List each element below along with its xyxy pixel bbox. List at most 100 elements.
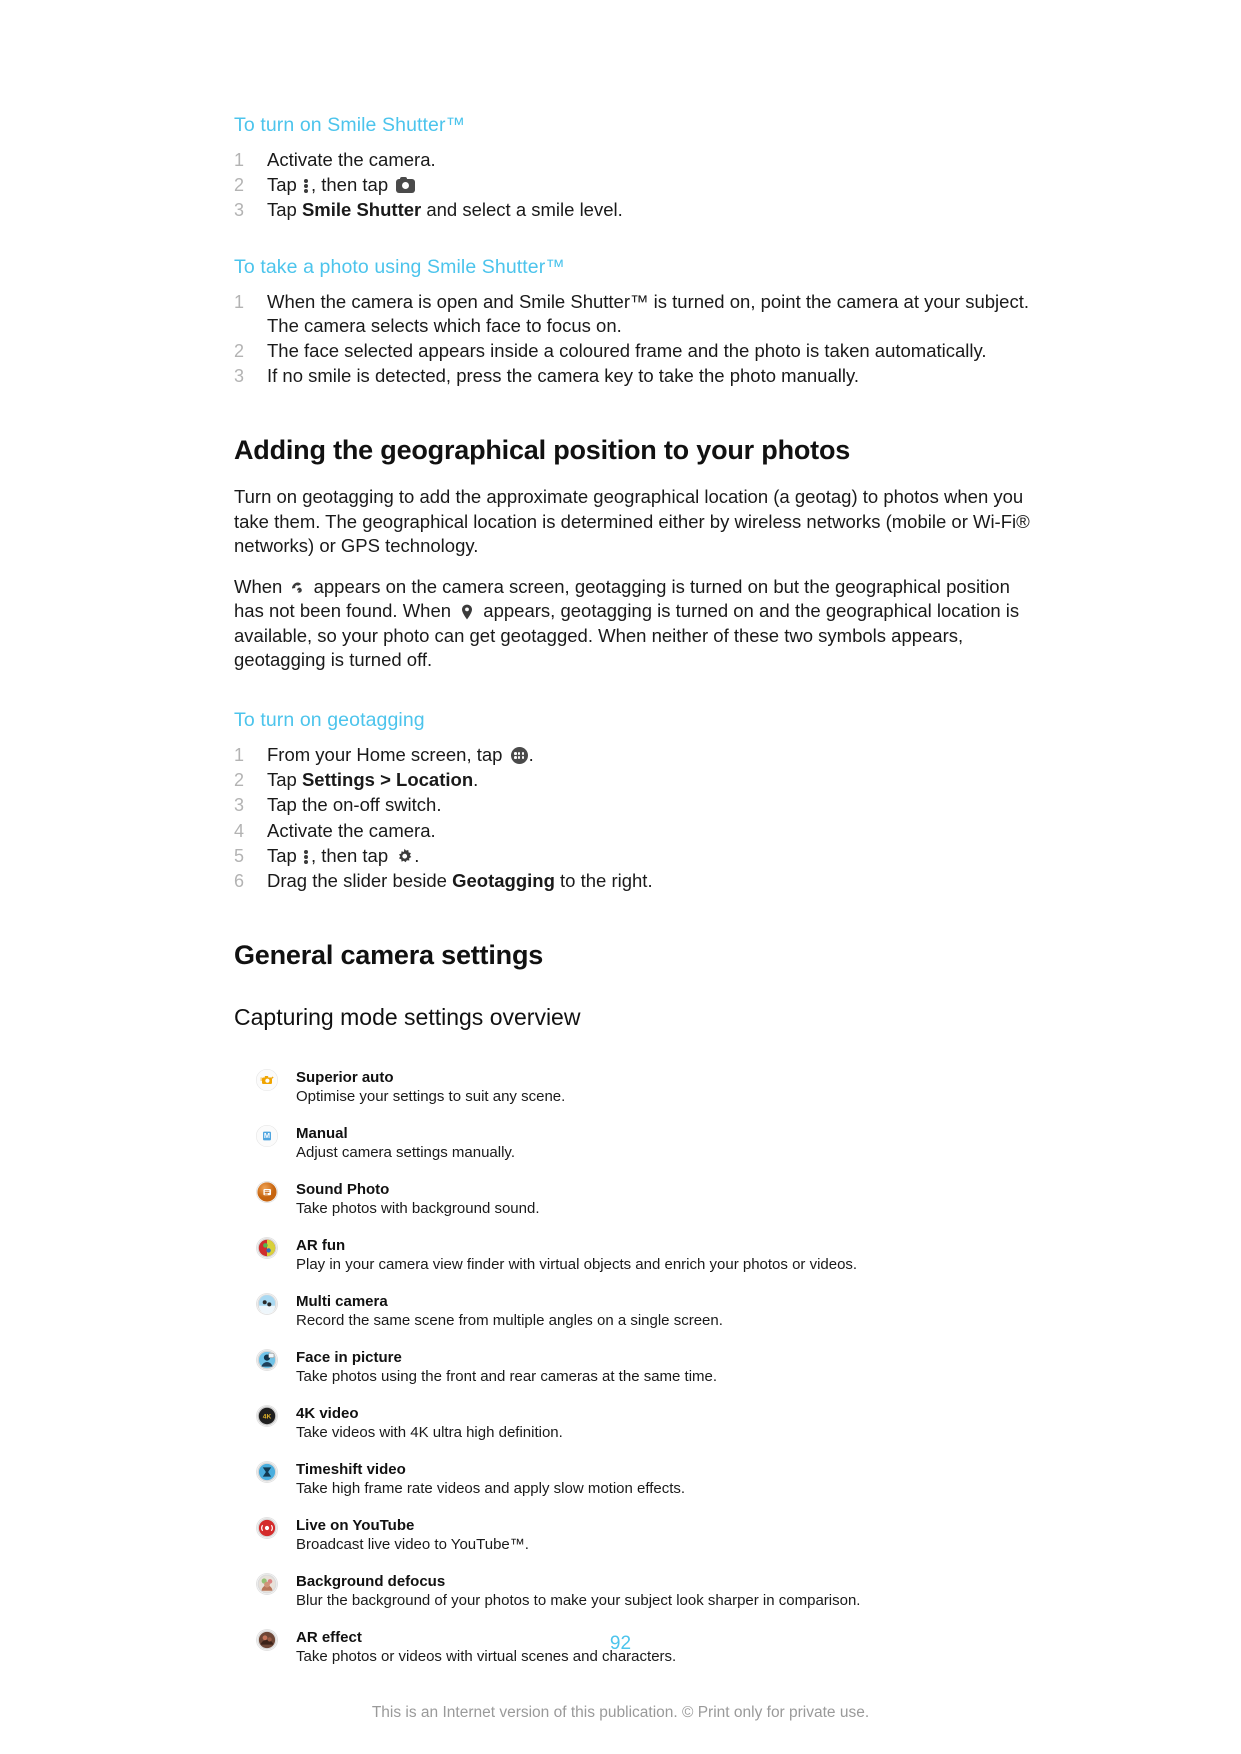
step-text: When the camera is open and Smile Shutte… — [267, 290, 1029, 336]
step-item: If no smile is detected, press the camer… — [234, 364, 1034, 388]
list-item: 4K 4K video Take videos with 4K ultra hi… — [256, 1404, 1034, 1443]
step-text: and select a smile level. — [421, 199, 623, 221]
mode-name: Face in picture — [296, 1349, 402, 1367]
step-text: . — [473, 769, 479, 791]
step-emphasis: Location — [396, 769, 474, 791]
mode-description: Blur the background of your photos to ma… — [296, 1592, 861, 1610]
mode-name: Manual — [296, 1125, 348, 1143]
superior-auto-icon: i — [256, 1069, 278, 1091]
procedure-steps: Activate the camera. Tap , then tap Tap … — [234, 148, 1034, 223]
step-text: If no smile is detected, press the camer… — [267, 365, 859, 387]
geo-paragraph-1: Turn on geotagging to add the approximat… — [234, 486, 1030, 557]
step-item: When the camera is open and Smile Shutte… — [234, 290, 1034, 338]
mode-description: Play in your camera view finder with vir… — [296, 1256, 858, 1274]
list-item: Background defocus Blur the background o… — [256, 1572, 1034, 1611]
more-vertical-icon — [303, 849, 309, 865]
mode-description: Adjust camera settings manually. — [296, 1144, 515, 1162]
step-text: Tap the on-off switch. — [267, 794, 442, 816]
mode-description: Take photos with background sound. — [296, 1200, 540, 1218]
mode-name: Live on YouTube — [296, 1517, 415, 1535]
sound-photo-icon — [256, 1181, 278, 1203]
mode-description: Record the same scene from multiple angl… — [296, 1312, 723, 1330]
mode-name: AR fun — [296, 1237, 346, 1255]
procedure-steps: When the camera is open and Smile Shutte… — [234, 290, 1034, 389]
mode-name: 4K video — [296, 1405, 359, 1423]
geotag-searching-icon — [290, 577, 305, 593]
mode-description: Take high frame rate videos and apply sl… — [296, 1480, 686, 1498]
mode-name: Sound Photo — [296, 1181, 390, 1199]
step-emphasis: Settings — [301, 769, 375, 791]
app-drawer-icon — [510, 746, 528, 764]
list-item: Face in picture Take photos using the fr… — [256, 1348, 1034, 1387]
page-number: 92 — [609, 1633, 632, 1654]
document-page: To turn on Smile Shutter™ Activate the c… — [0, 0, 1241, 1754]
procedure-turn-on-geotagging: To turn on geotagging From your Home scr… — [234, 707, 1034, 893]
mode-name: Multi camera — [296, 1293, 388, 1311]
mode-description: Take photos using the front and rear cam… — [296, 1368, 718, 1386]
step-text: to the right. — [554, 869, 653, 891]
face-in-picture-icon — [256, 1349, 278, 1371]
footer-note: This is an Internet version of this publ… — [371, 1704, 870, 1721]
step-item: Tap the on-off switch. — [234, 793, 1034, 817]
procedure-steps: From your Home screen, tap . Tap Setting… — [234, 743, 1034, 893]
step-text: Tap — [267, 199, 302, 221]
step-text: Tap — [267, 174, 302, 196]
capturing-mode-list: i Superior auto Optimise your settings t… — [256, 1068, 1034, 1667]
svg-text:M: M — [264, 1131, 270, 1140]
step-item: From your Home screen, tap . — [234, 743, 1034, 767]
list-item: Live on YouTube Broadcast live video to … — [256, 1516, 1034, 1555]
gear-icon — [396, 847, 413, 864]
geo-paragraph-2: When appears on the camera screen, geota… — [234, 575, 1034, 673]
procedure-title: To turn on Smile Shutter™ — [234, 114, 466, 136]
step-text: Activate the camera. — [267, 819, 436, 841]
procedure-smile-shutter-on: To turn on Smile Shutter™ Activate the c… — [234, 112, 1034, 223]
step-text: Drag the slider beside — [267, 869, 453, 891]
step-item: Activate the camera. — [234, 148, 1034, 172]
page-title: Adding the geographical position to your… — [234, 435, 851, 466]
multi-camera-icon — [256, 1293, 278, 1315]
timeshift-video-icon — [256, 1461, 278, 1483]
step-item: Tap Smile Shutter and select a smile lev… — [234, 198, 1034, 222]
camera-icon — [396, 177, 416, 194]
manual-mode-icon: M — [256, 1125, 278, 1147]
svg-text:4K: 4K — [263, 1414, 272, 1421]
step-item: Tap Settings > Location. — [234, 768, 1034, 792]
mode-description: Optimise your settings to suit any scene… — [296, 1088, 566, 1106]
step-item: Tap , then tap — [234, 173, 1034, 198]
step-emphasis: Geotagging — [452, 869, 555, 891]
mode-description: Take videos with 4K ultra high definitio… — [296, 1424, 563, 1442]
location-pin-icon — [461, 602, 473, 620]
paragraph-text: When — [234, 575, 288, 597]
general-settings-title: General camera settings — [234, 940, 544, 971]
step-text: Tap — [267, 844, 302, 866]
procedure-title: To turn on geotagging — [234, 708, 425, 731]
page-content: To turn on Smile Shutter™ Activate the c… — [234, 112, 1034, 1684]
step-text: Tap — [267, 769, 302, 791]
mode-name: Timeshift video — [296, 1461, 406, 1479]
mode-description: Broadcast live video to YouTube™. — [296, 1536, 529, 1554]
step-text: The face selected appears inside a colou… — [267, 340, 987, 362]
list-item: Sound Photo Take photos with background … — [256, 1180, 1034, 1219]
mode-name: Superior auto — [296, 1069, 394, 1087]
step-text: , then tap — [310, 844, 394, 866]
4k-video-icon: 4K — [256, 1405, 278, 1427]
step-separator: > — [374, 769, 397, 791]
step-item: Activate the camera. — [234, 819, 1034, 843]
more-vertical-icon — [303, 178, 309, 194]
procedure-take-photo-smile-shutter: To take a photo using Smile Shutter™ Whe… — [234, 254, 1034, 389]
list-item: Timeshift video Take high frame rate vid… — [256, 1460, 1034, 1499]
capturing-mode-subtitle: Capturing mode settings overview — [234, 1004, 581, 1031]
list-item: i Superior auto Optimise your settings t… — [256, 1068, 1034, 1107]
procedure-title: To take a photo using Smile Shutter™ — [234, 255, 565, 278]
step-item: Tap , then tap . — [234, 844, 1034, 868]
list-item: M Manual Adjust camera settings manually… — [256, 1124, 1034, 1163]
background-defocus-icon — [256, 1573, 278, 1595]
list-item: Multi camera Record the same scene from … — [256, 1292, 1034, 1331]
step-text: Activate the camera. — [267, 149, 436, 170]
live-on-youtube-icon — [256, 1517, 278, 1539]
step-text: . — [414, 844, 420, 866]
ar-fun-icon — [256, 1237, 278, 1259]
step-text: From your Home screen, tap — [267, 743, 508, 765]
step-item: The face selected appears inside a colou… — [234, 339, 1034, 363]
step-text: . — [528, 743, 534, 765]
